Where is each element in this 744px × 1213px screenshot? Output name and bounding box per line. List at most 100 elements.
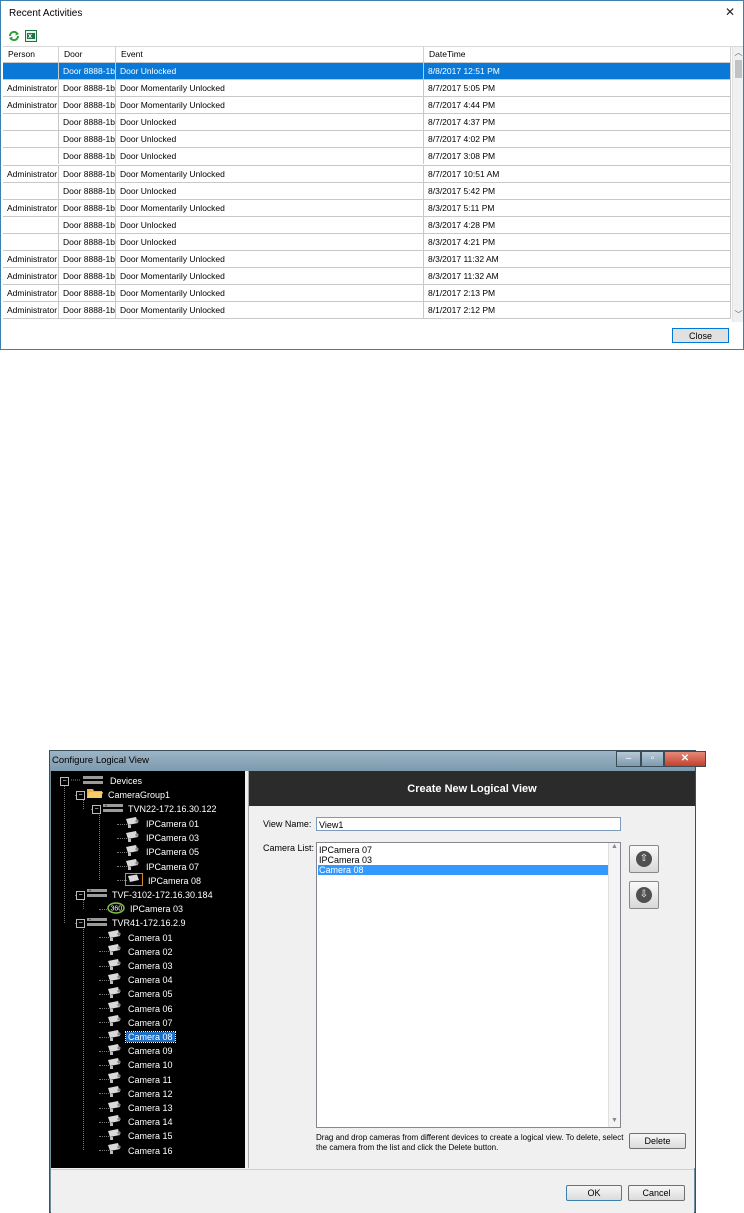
tree-node[interactable]: Camera 15 (107, 1129, 175, 1143)
title-bar: Configure Logical View (50, 751, 695, 771)
table-row[interactable]: Administrator Door 8888-1b Door Momentaril… (3, 302, 731, 320)
tree-node-label: Camera 09 (128, 1046, 173, 1057)
table-row[interactable]: Administrator Door 8888-1b Door Momentaril… (3, 268, 731, 286)
column-header-door[interactable]: Door (59, 47, 116, 62)
delete-button[interactable]: Delete (629, 1133, 686, 1149)
table-row[interactable]: Administrator Door 8888-1b Door Momentaril… (3, 165, 731, 183)
tree-node[interactable]: Camera 02 (107, 944, 175, 958)
list-item[interactable]: IPCamera 07 (318, 845, 610, 855)
tree-node[interactable]: TVR41-172.16.2.9 (87, 916, 188, 930)
scroll-up-icon[interactable]: ︿ (733, 47, 743, 58)
person-cell (3, 182, 59, 199)
event-cell: Door Momentarily Unlocked (116, 302, 424, 319)
panel-header: Create New Logical View (249, 771, 695, 806)
tree-node[interactable]: Camera 04 (107, 972, 175, 987)
event-cell: Door Momentarily Unlocked (116, 80, 424, 97)
arrow-down-icon: ⇩ (636, 887, 652, 903)
move-up-button[interactable]: ⇧ (629, 845, 659, 873)
column-header-datetime[interactable]: DateTime (424, 47, 731, 62)
table-row[interactable]: Door 8888-1b Door Unlocked 8/3/2017 4:21 P… (3, 233, 731, 252)
tree-node-label: Camera 15 (128, 1131, 173, 1142)
scroll-up-icon[interactable]: ▲ (609, 843, 620, 850)
list-item[interactable]: IPCamera 03 (318, 855, 610, 865)
tree-node[interactable]: IPCamera 05 (125, 845, 201, 859)
tree-node[interactable]: Camera 14 (107, 1114, 175, 1129)
event-cell: Door Unlocked (116, 63, 424, 79)
minimize-button[interactable]: – (616, 751, 641, 767)
close-icon[interactable]: ✕ (723, 5, 737, 19)
column-header-event[interactable]: Event (116, 47, 424, 62)
scroll-down-icon[interactable]: ﹀ (733, 309, 743, 320)
table-row[interactable]: Administrator Door 8888-1b Door Momentaril… (3, 285, 731, 303)
tree-node[interactable]: IPCamera 08 (125, 873, 203, 887)
devices-icon (71, 775, 105, 789)
tree-node[interactable]: IPCamera 01 (125, 816, 201, 831)
tree-node[interactable]: TVN22-172.16.30.122 (103, 802, 219, 816)
table-row[interactable]: Door 8888-1b Door Unlocked 8/7/2017 3:08 P… (3, 148, 731, 166)
datetime-cell: 8/1/2017 2:13 PM (424, 285, 731, 302)
person-cell (3, 131, 59, 148)
event-cell: Door Momentarily Unlocked (116, 268, 424, 285)
collapse-toggle-icon[interactable]: − (76, 919, 85, 928)
tree-node[interactable]: Camera 03 (107, 958, 175, 973)
tree-node[interactable]: Camera 08 (107, 1029, 176, 1044)
table-row[interactable]: Door 8888-1b Door Unlocked 8/3/2017 5:42 P… (3, 182, 731, 200)
tree-node[interactable]: Camera 07 (107, 1015, 175, 1029)
tree-node[interactable]: Camera 01 (107, 930, 175, 944)
tree-node[interactable]: IPCamera 07 (125, 859, 201, 873)
door-cell: Door 8888-1b (59, 268, 116, 285)
tree-node[interactable]: Camera 11 (107, 1072, 174, 1086)
tree-node[interactable]: IPCamera 03 (125, 830, 201, 845)
event-cell: Door Unlocked (116, 131, 424, 148)
tree-node[interactable]: Camera 06 (107, 1001, 175, 1015)
camera-list-scrollbar[interactable]: ▲ ▼ (608, 843, 620, 1127)
table-row[interactable]: Administrator Door 8888-1b Door Momentaril… (3, 199, 731, 217)
column-header-person[interactable]: Person (3, 47, 59, 62)
table-row[interactable]: Administrator Door 8888-1b Door Momentaril… (3, 80, 731, 98)
collapse-toggle-icon[interactable]: − (92, 805, 101, 815)
table-row[interactable]: Door 8888-1b Door Unlocked 8/8/2017 12:51 … (3, 63, 731, 81)
window-close-button[interactable]: ✕ (664, 751, 706, 767)
camera-list[interactable]: IPCamera 07 IPCamera 03 Camera 08 ▲ ▼ (316, 842, 621, 1128)
tree-node[interactable]: Camera 10 (107, 1058, 175, 1072)
scroll-down-icon[interactable]: ▼ (609, 1117, 620, 1124)
datetime-cell: 8/3/2017 4:28 PM (424, 216, 731, 233)
tree-node[interactable]: Camera 16 (107, 1143, 175, 1157)
table-row[interactable]: Door 8888-1b Door Unlocked 8/3/2017 4:28 P… (3, 216, 731, 234)
vertical-scrollbar[interactable]: ︿ ﹀ (732, 47, 743, 322)
collapse-toggle-icon[interactable]: − (76, 890, 85, 900)
door-cell: Door 8888-1b (59, 285, 116, 302)
move-down-button[interactable]: ⇩ (629, 881, 659, 909)
dialog-button-bar: OK Cancel (51, 1169, 694, 1213)
tree-node[interactable]: 360 IPCamera 03 (107, 902, 185, 916)
table-row[interactable]: Administrator Door 8888-1b Door Momentaril… (3, 251, 731, 269)
tree-node-label: Devices (110, 776, 143, 786)
datetime-cell: 8/3/2017 11:32 AM (424, 251, 731, 268)
tree-node[interactable]: Camera 12 (107, 1086, 175, 1100)
door-cell: Door 8888-1b (59, 131, 116, 148)
tree-node[interactable]: Camera 13 (107, 1100, 175, 1115)
tree-node[interactable]: TVF-3102-172.16.30.184 (87, 888, 215, 902)
datetime-cell: 8/7/2017 3:08 PM (424, 148, 731, 165)
refresh-icon[interactable] (8, 30, 20, 42)
view-name-input[interactable]: View1 (316, 817, 621, 831)
collapse-toggle-icon[interactable]: − (76, 791, 85, 801)
folder-icon (87, 788, 103, 803)
tree-node[interactable]: Camera 05 (107, 987, 175, 1001)
close-button[interactable]: Close (672, 328, 729, 343)
tree-node[interactable]: Camera 09 (107, 1043, 175, 1058)
list-item[interactable]: Camera 08 (318, 865, 610, 875)
maximize-button[interactable]: ▫ (641, 751, 664, 767)
cancel-button[interactable]: Cancel (628, 1185, 685, 1201)
device-tree[interactable]: − Devices − CameraGroup1− TVN22-172.16.30.12… (51, 771, 245, 1168)
tree-node[interactable]: CameraGroup1 (87, 788, 172, 802)
collapse-toggle-icon[interactable]: − (60, 777, 69, 786)
ok-button[interactable]: OK (566, 1185, 622, 1201)
table-row[interactable]: Door 8888-1b Door Unlocked 8/7/2017 4:37 P… (3, 114, 731, 132)
table-row[interactable]: Administrator Door 8888-1b Door Momentaril… (3, 97, 731, 115)
tree-node[interactable]: Devices (71, 774, 144, 788)
tree-node-label: Camera 03 (128, 960, 173, 971)
scroll-thumb[interactable] (735, 60, 742, 78)
export-excel-icon[interactable] (25, 30, 37, 42)
table-row[interactable]: Door 8888-1b Door Unlocked 8/7/2017 4:02 P… (3, 131, 731, 149)
